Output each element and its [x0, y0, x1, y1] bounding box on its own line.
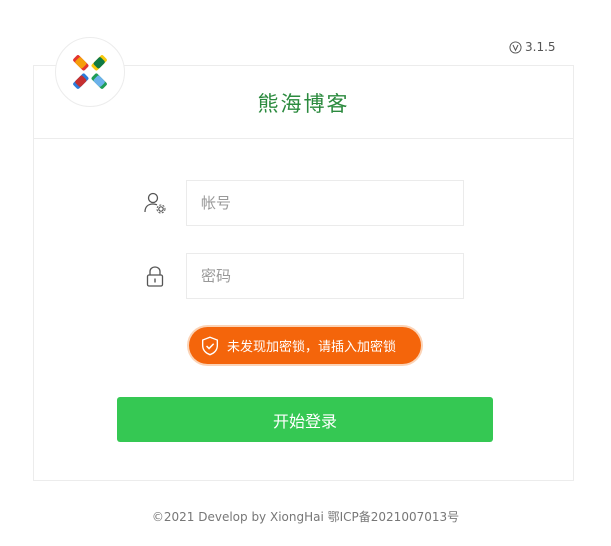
card-header: 熊海博客	[34, 37, 573, 139]
dongle-alert: 未发现加密锁，请插入加密锁	[189, 327, 421, 364]
username-input[interactable]	[186, 180, 464, 226]
site-title: 熊海博客	[257, 92, 350, 116]
shield-check-icon	[201, 336, 219, 355]
login-button[interactable]: 开始登录	[117, 397, 493, 442]
password-input[interactable]	[186, 253, 464, 299]
footer-copyright: ©2021 Develop by XiongHai 鄂ICP备202100701…	[151, 510, 460, 524]
user-gear-icon	[142, 190, 168, 216]
v-circle-icon	[509, 40, 522, 54]
version-text: 3.1.5	[525, 40, 556, 54]
username-row	[142, 180, 464, 226]
login-card: 熊海博客 帐号 未发现加密锁，请插入加密锁 开始登录	[33, 37, 574, 481]
password-row	[142, 253, 464, 299]
version-badge: 3.1.5	[509, 40, 556, 54]
lock-icon	[142, 263, 168, 289]
login-page: 3.1.5 熊海博客 帐号 未发现加密锁，请插入加密锁 开始登录 ©2021 D…	[0, 0, 611, 546]
dongle-alert-text: 未发现加密锁，请插入加密锁	[227, 340, 397, 355]
